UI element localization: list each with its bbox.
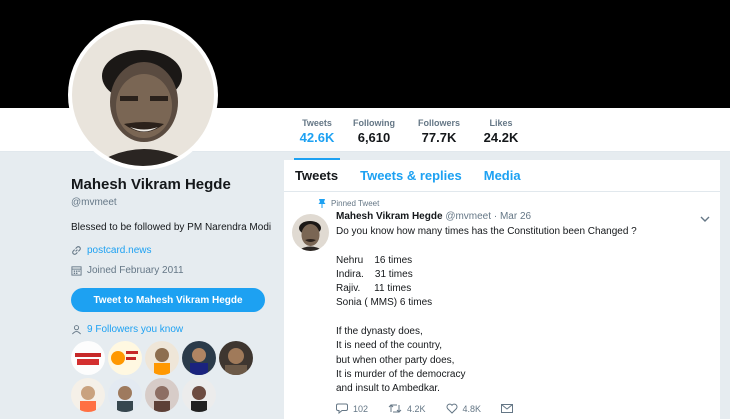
- stat-value: 24.2K: [483, 130, 519, 145]
- tweet-text: Do you know how many times has the Const…: [336, 226, 637, 395]
- profile-joined-date: Joined February 2011: [87, 265, 184, 276]
- tweet-actions: 102 4.2K 4.8K: [336, 403, 514, 414]
- reply-icon: [336, 403, 348, 414]
- follower-avatar[interactable]: [108, 341, 142, 375]
- profile-card: Mahesh Vikram Hegde @mvmeet Blessed to b…: [71, 176, 281, 412]
- link-icon: [72, 246, 81, 255]
- profile-name[interactable]: Mahesh Vikram Hegde: [71, 176, 281, 193]
- retweet-count: 4.2K: [407, 403, 426, 414]
- direct-message-action[interactable]: [501, 403, 514, 414]
- reply-action[interactable]: 102: [336, 403, 368, 414]
- retweet-icon: [388, 404, 402, 413]
- profile-website-link[interactable]: postcard.news: [87, 245, 151, 256]
- tweet-to-button[interactable]: Tweet to Mahesh Vikram Hegde: [71, 288, 265, 312]
- timeline-panel: Tweets Tweets & replies Media Pinned Twe…: [284, 160, 720, 419]
- message-icon: [501, 404, 514, 413]
- tweet-menu[interactable]: [700, 210, 710, 228]
- pin-icon: [318, 199, 326, 208]
- tweet-author-name[interactable]: Mahesh Vikram Hegde: [336, 211, 443, 222]
- followers-you-know[interactable]: 9 Followers you know: [71, 324, 281, 335]
- tweet-author-avatar[interactable]: [292, 214, 329, 251]
- timeline-tabs: Tweets Tweets & replies Media: [284, 160, 720, 192]
- follower-avatar[interactable]: [219, 341, 253, 375]
- stat-value: 6,610: [357, 130, 391, 145]
- follower-avatar[interactable]: [71, 341, 105, 375]
- tab-media[interactable]: Media: [484, 168, 521, 183]
- stat-followers[interactable]: Followers 77.7K: [415, 118, 463, 145]
- profile-avatar[interactable]: [68, 20, 218, 170]
- retweet-action[interactable]: 4.2K: [388, 403, 426, 414]
- follower-avatar-grid: [71, 341, 271, 412]
- like-action[interactable]: 4.8K: [446, 403, 482, 414]
- stat-likes[interactable]: Likes 24.2K: [480, 118, 522, 145]
- stat-label: Following: [353, 118, 395, 128]
- tweet-author-handle[interactable]: @mvmeet: [445, 211, 491, 222]
- profile-website-row: postcard.news: [71, 245, 281, 256]
- follower-avatar[interactable]: [182, 341, 216, 375]
- follower-avatar[interactable]: [182, 378, 216, 412]
- pinned-indicator: Pinned Tweet: [318, 198, 379, 208]
- followers-you-know-label: 9 Followers you know: [87, 324, 184, 335]
- stat-label: Tweets: [302, 118, 332, 128]
- stat-label: Followers: [417, 118, 460, 128]
- like-count: 4.8K: [462, 403, 482, 414]
- profile-bio: Blessed to be followed by PM Narendra Mo…: [71, 222, 272, 233]
- tweet-date[interactable]: Mar 26: [500, 211, 531, 222]
- reply-count: 102: [353, 403, 369, 414]
- stat-value: 42.6K: [299, 130, 335, 145]
- tab-tweets[interactable]: Tweets: [295, 168, 338, 183]
- chevron-down-icon: [700, 216, 710, 222]
- pinned-label: Pinned Tweet: [331, 198, 380, 208]
- profile-photo: [72, 24, 214, 166]
- people-icon: [72, 325, 81, 335]
- stat-label: Likes: [489, 118, 513, 128]
- stat-value: 77.7K: [421, 130, 457, 145]
- stat-tweets[interactable]: Tweets 42.6K: [294, 118, 340, 161]
- tab-tweets-replies[interactable]: Tweets & replies: [360, 168, 462, 183]
- heart-icon: [446, 403, 458, 414]
- tweet-header: Mahesh Vikram Hegde @mvmeet · Mar 26: [336, 211, 531, 222]
- follower-avatar[interactable]: [145, 378, 179, 412]
- tweet-separator: ·: [493, 211, 498, 222]
- stat-following[interactable]: Following 6,610: [351, 118, 397, 145]
- follower-avatar[interactable]: [108, 378, 142, 412]
- calendar-icon: [71, 266, 82, 276]
- follower-avatar[interactable]: [145, 341, 179, 375]
- profile-joined-row: Joined February 2011: [71, 265, 281, 276]
- follower-avatar[interactable]: [71, 378, 105, 412]
- profile-handle: @mvmeet: [71, 197, 117, 208]
